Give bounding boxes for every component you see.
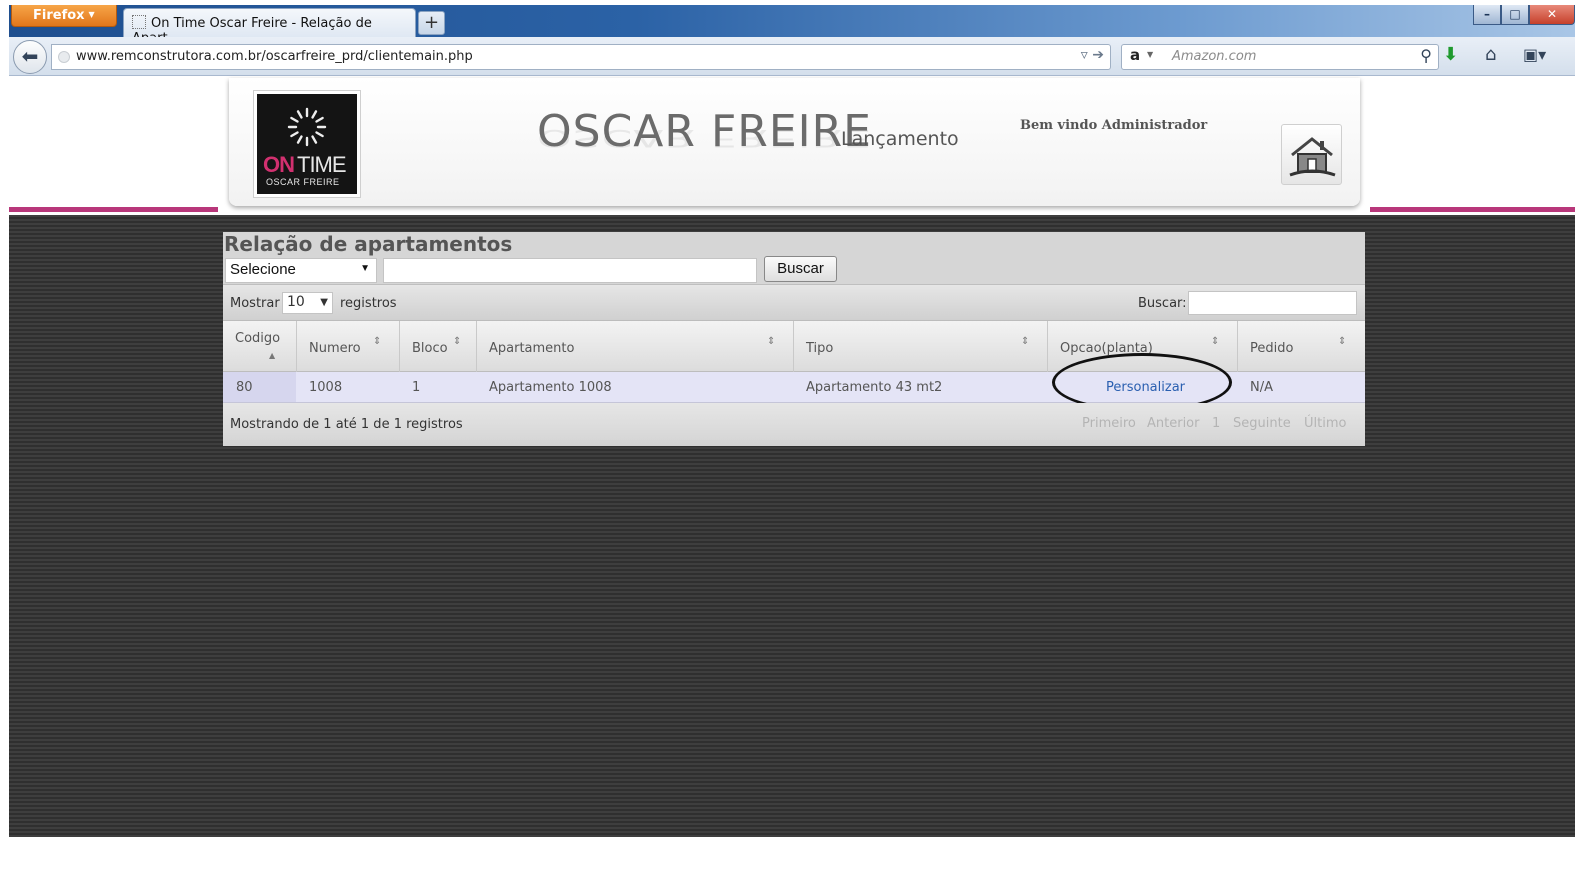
table-footer: Mostrando de 1 até 1 de 1 registros Prim… bbox=[223, 403, 1365, 446]
page-subtitle: Lançamento bbox=[841, 128, 959, 150]
sort-icon: ⇕ bbox=[1338, 336, 1347, 347]
bookmarks-icon[interactable]: ▣▾ bbox=[1523, 45, 1546, 65]
column-label: Codigo bbox=[235, 331, 281, 346]
browser-tab[interactable]: On Time Oscar Freire - Relação de Apart.… bbox=[123, 8, 416, 46]
chevron-down-icon: ▼ bbox=[88, 10, 95, 19]
pagination-next[interactable]: Seguinte bbox=[1233, 416, 1291, 431]
sort-icon: ⇕ bbox=[1211, 336, 1220, 347]
table-info: Mostrando de 1 até 1 de 1 registros bbox=[230, 417, 463, 432]
table-toolbar: Mostrar 10 ▼ registros Buscar: bbox=[223, 284, 1365, 321]
cell-tipo: Apartamento 43 mt2 bbox=[806, 380, 943, 395]
column-header-pedido[interactable]: Pedido ⇕ bbox=[1238, 321, 1365, 372]
house-icon bbox=[1289, 137, 1336, 177]
cell-numero: 1008 bbox=[309, 380, 343, 395]
home-button[interactable] bbox=[1281, 124, 1342, 185]
pagination-last[interactable]: Último bbox=[1304, 416, 1346, 431]
url-text: www.remconstrutora.com.br/oscarfreire_pr… bbox=[76, 49, 473, 64]
page-favicon-icon bbox=[132, 15, 146, 29]
logo-background: ON TIME OSCAR FREIRE bbox=[257, 94, 357, 194]
home-icon[interactable]: ⌂ bbox=[1485, 45, 1496, 65]
column-label: Bloco bbox=[412, 341, 448, 356]
pagination-page[interactable]: 1 bbox=[1212, 416, 1220, 431]
accent-line-left bbox=[9, 207, 218, 212]
site-logo[interactable]: ON TIME OSCAR FREIRE bbox=[253, 90, 361, 198]
show-label: Mostrar bbox=[230, 296, 280, 311]
pagination-first[interactable]: Primeiro bbox=[1082, 416, 1136, 431]
search-icon[interactable]: ⚲ bbox=[1420, 46, 1432, 65]
new-tab-button[interactable]: + bbox=[418, 11, 445, 35]
sort-icon: ⇕ bbox=[1021, 336, 1030, 347]
firefox-menu-label: Firefox bbox=[33, 8, 85, 23]
browser-navbar: ⬅ www.remconstrutora.com.br/oscarfreire_… bbox=[9, 37, 1575, 76]
sort-icon: ⇕ bbox=[373, 336, 382, 347]
accent-line-right bbox=[1370, 207, 1575, 212]
page-length-select[interactable]: 10 ▼ bbox=[282, 292, 333, 314]
apartments-panel: Relação de apartamentos Selecione ▼ Busca… bbox=[223, 232, 1365, 446]
column-header-codigo[interactable]: Codigo ▲ bbox=[223, 321, 297, 372]
sort-icon: ⇕ bbox=[453, 336, 462, 347]
chevron-down-icon: ▼ bbox=[360, 263, 370, 274]
search-bar[interactable]: a ▼ Amazon.com ⚲ bbox=[1121, 44, 1439, 70]
cell-codigo: 80 bbox=[236, 380, 253, 395]
column-label: Numero bbox=[309, 341, 361, 356]
column-header-tipo[interactable]: Tipo ⇕ bbox=[794, 321, 1048, 372]
column-label: Tipo bbox=[806, 341, 834, 356]
table-search-input[interactable] bbox=[1188, 291, 1357, 315]
cell-bloco: 1 bbox=[412, 380, 421, 395]
close-icon[interactable]: ✕ bbox=[1529, 5, 1575, 25]
logo-on-text: ON bbox=[263, 152, 295, 177]
buscar-button[interactable]: Buscar bbox=[764, 256, 837, 282]
column-header-apartamento[interactable]: Apartamento ⇕ bbox=[477, 321, 794, 372]
cell-pedido: N/A bbox=[1250, 380, 1273, 395]
logo-subtitle: OSCAR FREIRE bbox=[266, 177, 340, 187]
records-label: registros bbox=[340, 296, 397, 311]
header-panel: ON TIME OSCAR FREIRE OSCAR FREIRE OSCAR … bbox=[229, 78, 1360, 206]
filter-select-value: Selecione bbox=[230, 261, 296, 278]
column-header-numero[interactable]: Numero ⇕ bbox=[297, 321, 400, 372]
filter-select[interactable]: Selecione ▼ bbox=[225, 258, 377, 283]
screen: Firefox ▼ On Time Oscar Freire - Relação … bbox=[0, 0, 1575, 881]
pagination-previous[interactable]: Anterior bbox=[1147, 416, 1199, 431]
grid-title: Relação de apartamentos bbox=[224, 232, 513, 256]
sort-icon: ⇕ bbox=[767, 336, 776, 347]
filter-input[interactable] bbox=[383, 258, 757, 283]
logo-time-text: TIME bbox=[297, 152, 347, 177]
chevron-down-icon: ▼ bbox=[320, 297, 328, 308]
column-label: Apartamento bbox=[489, 341, 575, 356]
chevron-down-icon: ▼ bbox=[1147, 50, 1154, 59]
url-bar[interactable]: www.remconstrutora.com.br/oscarfreire_pr… bbox=[51, 44, 1111, 70]
page-title-reflection: OSCAR FREIRE bbox=[537, 123, 872, 152]
download-icon[interactable]: ⬇ bbox=[1443, 45, 1458, 65]
spinner-icon bbox=[287, 107, 327, 147]
sort-asc-icon: ▲ bbox=[269, 351, 276, 360]
cell-apartamento: Apartamento 1008 bbox=[489, 380, 612, 395]
amazon-logo-icon[interactable]: a bbox=[1130, 46, 1140, 64]
globe-icon bbox=[58, 51, 70, 63]
minimize-icon[interactable]: – bbox=[1473, 5, 1501, 25]
page-header: ON TIME OSCAR FREIRE OSCAR FREIRE OSCAR … bbox=[9, 76, 1575, 215]
browser-titlebar: Firefox ▼ On Time Oscar Freire - Relação … bbox=[9, 5, 1575, 46]
window-controls: – □ ✕ bbox=[1473, 5, 1575, 27]
go-arrow-icon[interactable]: ➔ bbox=[1092, 47, 1104, 63]
back-icon[interactable]: ⬅ bbox=[13, 40, 47, 74]
page-length-value: 10 bbox=[287, 294, 305, 310]
sorted-cell-bg bbox=[223, 372, 296, 402]
firefox-menu-button[interactable]: Firefox ▼ bbox=[11, 5, 117, 27]
column-header-bloco[interactable]: Bloco ⇕ bbox=[400, 321, 477, 372]
url-bar-icons: ▿ ➔ bbox=[1081, 47, 1104, 63]
search-label: Buscar: bbox=[1138, 296, 1187, 311]
column-label: Pedido bbox=[1250, 341, 1294, 356]
welcome-message: Bem vindo Administrador bbox=[1020, 118, 1208, 133]
search-placeholder: Amazon.com bbox=[1172, 49, 1257, 64]
maximize-icon[interactable]: □ bbox=[1501, 5, 1529, 25]
bookmark-star-icon[interactable]: ▿ bbox=[1081, 47, 1088, 63]
